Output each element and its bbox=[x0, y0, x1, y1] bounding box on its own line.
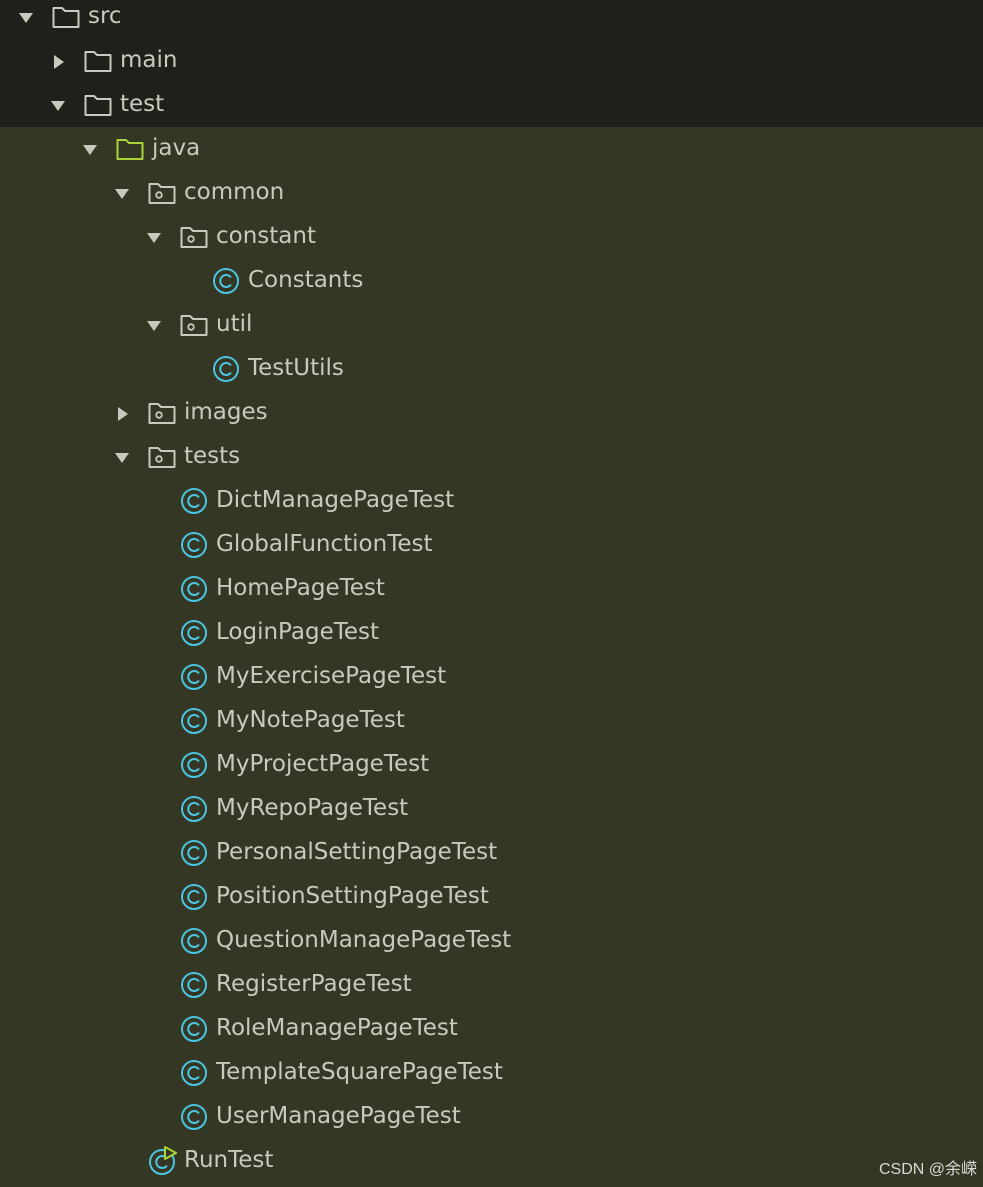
expand-arrow-icon[interactable] bbox=[78, 128, 102, 172]
collapse-arrow-icon[interactable] bbox=[111, 392, 135, 436]
class-icon bbox=[179, 882, 209, 912]
tree-node-images[interactable]: images bbox=[0, 392, 983, 436]
tree-node-label: TestUtils bbox=[248, 355, 344, 381]
tree-node-test-class[interactable]: RegisterPageTest bbox=[0, 964, 983, 1008]
tree-node-test-class[interactable]: GlobalFunctionTest bbox=[0, 524, 983, 568]
class-icon bbox=[179, 970, 209, 1000]
tree-node-test-class[interactable]: HomePageTest bbox=[0, 568, 983, 612]
watermark: CSDN @余嵘 bbox=[878, 1161, 977, 1178]
class-icon bbox=[179, 574, 209, 604]
package-icon bbox=[179, 222, 209, 252]
tree-node-label: TemplateSquarePageTest bbox=[216, 1059, 503, 1085]
tree-node-label: common bbox=[184, 179, 285, 205]
tree-node-test-class[interactable]: MyRepoPageTest bbox=[0, 788, 983, 832]
tree-node-label: MyProjectPageTest bbox=[216, 751, 430, 777]
tree-node-label: UserManagePageTest bbox=[216, 1103, 461, 1129]
package-icon bbox=[147, 398, 177, 428]
tree-node-tests[interactable]: tests bbox=[0, 436, 983, 480]
folder-icon bbox=[51, 2, 81, 32]
tree-node-label: MyExercisePageTest bbox=[216, 663, 447, 689]
tree-node-test-class[interactable]: TemplateSquarePageTest bbox=[0, 1052, 983, 1096]
tree-node-util[interactable]: util bbox=[0, 304, 983, 348]
tree-node-test-class[interactable]: PersonalSettingPageTest bbox=[0, 832, 983, 876]
tree-node-label: RoleManagePageTest bbox=[216, 1015, 458, 1041]
class-icon bbox=[179, 1014, 209, 1044]
tree-node-label: QuestionManagePageTest bbox=[216, 927, 512, 953]
runnable-class-icon bbox=[147, 1146, 177, 1176]
tree-node-test-class[interactable]: MyProjectPageTest bbox=[0, 744, 983, 788]
tree-node-label: MyNotePageTest bbox=[216, 707, 405, 733]
tree-node-testutils-class[interactable]: TestUtils bbox=[0, 348, 983, 392]
tree-node-label: java bbox=[152, 135, 201, 161]
tree-node-label: HomePageTest bbox=[216, 575, 385, 601]
class-icon bbox=[211, 266, 241, 296]
expand-arrow-icon[interactable] bbox=[142, 304, 166, 348]
class-icon bbox=[179, 618, 209, 648]
tree-node-test-class[interactable]: MyExercisePageTest bbox=[0, 656, 983, 700]
package-icon bbox=[179, 310, 209, 340]
class-icon bbox=[211, 354, 241, 384]
tree-node-label: RegisterPageTest bbox=[216, 971, 412, 997]
expand-arrow-icon[interactable] bbox=[14, 0, 38, 40]
tree-node-label: PersonalSettingPageTest bbox=[216, 839, 498, 865]
source-root-folder-icon bbox=[115, 134, 145, 164]
package-icon bbox=[147, 178, 177, 208]
tree-node-label: RunTest bbox=[184, 1147, 274, 1173]
folder-icon bbox=[83, 46, 113, 76]
tree-node-label: PositionSettingPageTest bbox=[216, 883, 489, 909]
package-icon bbox=[147, 442, 177, 472]
tree-node-test-class[interactable]: RoleManagePageTest bbox=[0, 1008, 983, 1052]
class-icon bbox=[179, 926, 209, 956]
tree-node-label: DictManagePageTest bbox=[216, 487, 455, 513]
tree-node-test-class[interactable]: MyNotePageTest bbox=[0, 700, 983, 744]
expand-arrow-icon[interactable] bbox=[110, 436, 134, 480]
tree-node-label: GlobalFunctionTest bbox=[216, 531, 433, 557]
tree-node-label: src bbox=[88, 3, 122, 29]
class-icon bbox=[179, 1058, 209, 1088]
tree-node-test-class[interactable]: QuestionManagePageTest bbox=[0, 920, 983, 964]
tree-node-main[interactable]: main bbox=[0, 40, 983, 84]
tree-node-test-class[interactable]: UserManagePageTest bbox=[0, 1096, 983, 1140]
tree-node-label: constant bbox=[216, 223, 316, 249]
class-icon bbox=[179, 486, 209, 516]
tree-node-test-class[interactable]: PositionSettingPageTest bbox=[0, 876, 983, 920]
tree-node-constants-class[interactable]: Constants bbox=[0, 260, 983, 304]
tree-node-test-class[interactable]: DictManagePageTest bbox=[0, 480, 983, 524]
class-icon bbox=[179, 838, 209, 868]
class-icon bbox=[179, 794, 209, 824]
tree-node-src[interactable]: src bbox=[0, 0, 983, 40]
class-icon bbox=[179, 706, 209, 736]
expand-arrow-icon[interactable] bbox=[46, 84, 70, 128]
tree-node-label: main bbox=[120, 47, 178, 73]
tree-node-runtest-class[interactable]: RunTest bbox=[0, 1140, 983, 1184]
class-icon bbox=[179, 1102, 209, 1132]
tree-node-test[interactable]: test bbox=[0, 84, 983, 128]
class-icon bbox=[179, 530, 209, 560]
tree-node-common[interactable]: common bbox=[0, 172, 983, 216]
collapse-arrow-icon[interactable] bbox=[47, 40, 71, 84]
class-icon bbox=[179, 662, 209, 692]
class-icon bbox=[179, 750, 209, 780]
tree-node-java[interactable]: java bbox=[0, 128, 983, 172]
expand-arrow-icon[interactable] bbox=[142, 216, 166, 260]
tree-node-label: MyRepoPageTest bbox=[216, 795, 409, 821]
tree-node-label: tests bbox=[184, 443, 241, 469]
tree-node-label: util bbox=[216, 311, 253, 337]
tree-node-label: Constants bbox=[248, 267, 364, 293]
tree-node-label: LoginPageTest bbox=[216, 619, 380, 645]
tree-node-constant[interactable]: constant bbox=[0, 216, 983, 260]
tree-node-label: test bbox=[120, 91, 165, 117]
expand-arrow-icon[interactable] bbox=[110, 172, 134, 216]
tree-node-test-class[interactable]: LoginPageTest bbox=[0, 612, 983, 656]
folder-icon bbox=[83, 90, 113, 120]
tree-node-label: images bbox=[184, 399, 268, 425]
